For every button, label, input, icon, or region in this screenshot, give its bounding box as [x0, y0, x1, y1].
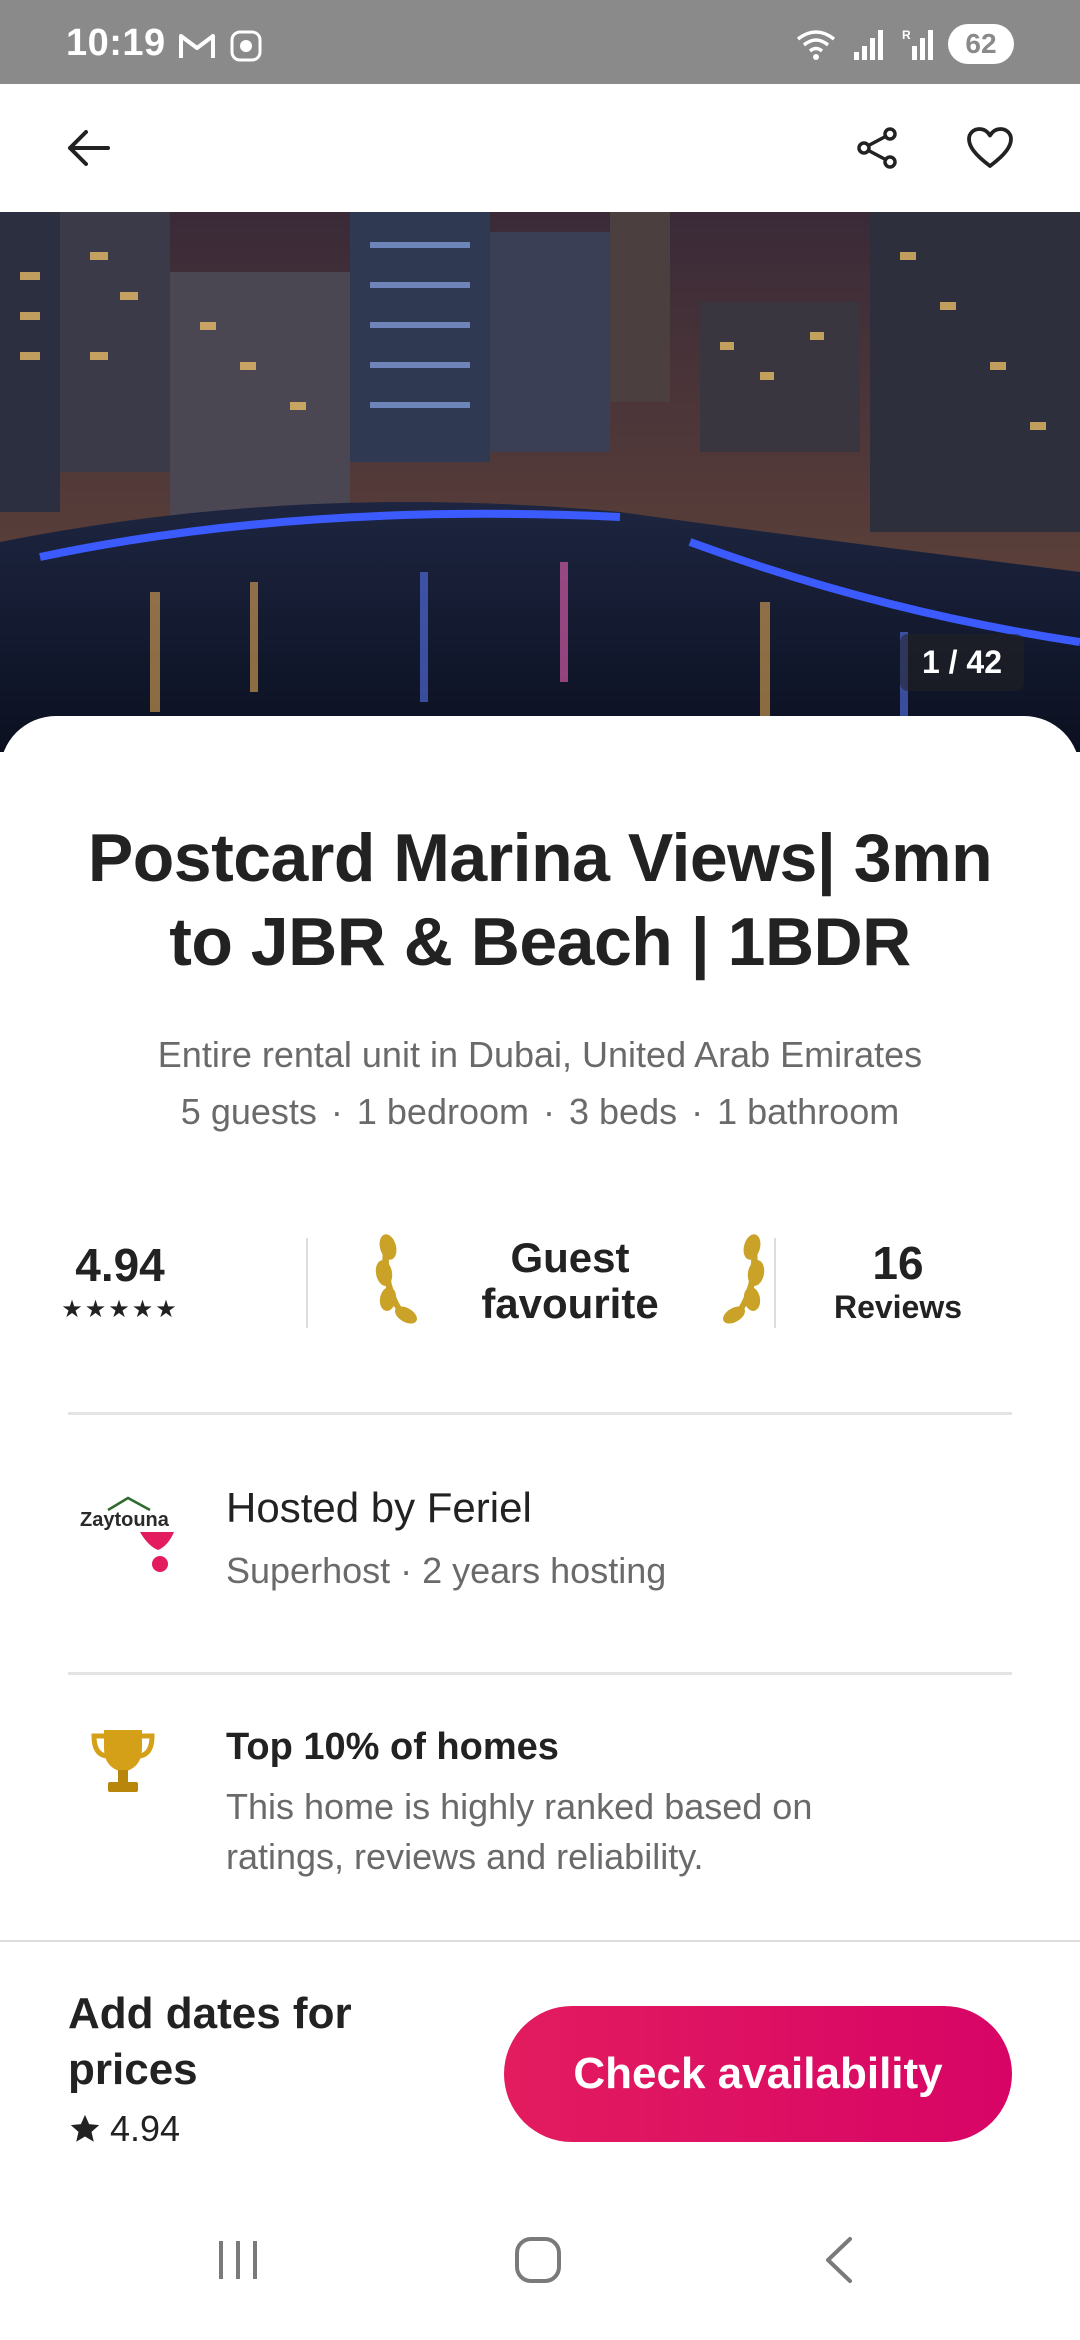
- booking-bar-rating-value: 4.94: [110, 2108, 181, 2149]
- home-button[interactable]: [498, 2220, 578, 2300]
- detail-separator: ·: [691, 1091, 704, 1132]
- highlight-top-homes: Top 10% of homes This home is highly ran…: [68, 1726, 1012, 1896]
- reviews-count: 16: [872, 1236, 924, 1289]
- back-button[interactable]: [48, 108, 128, 188]
- section-divider: [68, 1672, 1012, 1675]
- status-right-icons: R 62: [794, 24, 1014, 64]
- detail-separator: ·: [330, 1091, 343, 1132]
- divider: [306, 1238, 308, 1328]
- app-header: [0, 84, 1080, 212]
- detail-beds: 3 beds: [569, 1091, 678, 1132]
- share-button[interactable]: [838, 108, 918, 188]
- zaytouna-logo: Zaytouna: [80, 1496, 174, 1572]
- listing-hero-photo[interactable]: 1 / 42: [0, 212, 1080, 752]
- wifi-icon: [796, 30, 836, 60]
- gmail-icon: [179, 34, 215, 58]
- signal-icon: [854, 30, 883, 60]
- detail-bathrooms: 1 bathroom: [717, 1091, 900, 1132]
- guest-favourite-badge: Guest favourite: [370, 1216, 770, 1346]
- home-icon: [515, 2237, 561, 2283]
- rating-value: 4.94: [75, 1238, 165, 1291]
- svg-text:R: R: [902, 28, 911, 42]
- highlight-title: Top 10% of homes: [226, 1726, 559, 1768]
- booking-bar: Add dates for prices 4.94 Check availabi…: [0, 1940, 1080, 2180]
- host-avatar: Zaytouna: [78, 1488, 188, 1588]
- check-availability-button[interactable]: Check availability: [504, 2006, 1012, 2142]
- listing-capacity-details: 5 guests · 1 bedroom · 3 beds · 1 bathroom: [40, 1091, 1040, 1133]
- laurel-right-icon: [723, 1234, 765, 1324]
- rating-summary[interactable]: 4.94 ★★★★★ Guest favourite 16 Reviews: [61, 1216, 1012, 1346]
- favorite-button[interactable]: [950, 108, 1030, 188]
- detail-separator: ·: [543, 1091, 555, 1132]
- signal-roaming-icon: R: [902, 28, 933, 60]
- heart-icon: [967, 127, 1013, 168]
- rating-stars: ★★★★★: [61, 1295, 179, 1323]
- booking-bar-rating: 4.94: [68, 2108, 180, 2150]
- host-meta: Superhost · 2 years hosting: [226, 1550, 667, 1591]
- laurel-left-icon: [375, 1234, 417, 1324]
- divider: [774, 1238, 776, 1328]
- listing-details-card: Postcard Marina Views| 3mn to JBR & Beac…: [0, 716, 1080, 1940]
- system-navigation-bar: [0, 2180, 1080, 2340]
- guest-favourite-label: Guest favourite: [481, 1235, 658, 1327]
- host-info[interactable]: Zaytouna Hosted by Feriel Superhost · 2 …: [68, 1474, 1012, 1624]
- host-avatar-text: Zaytouna: [80, 1509, 170, 1531]
- guest-favourite-line2: favourite: [481, 1280, 659, 1327]
- star-icon: [70, 2114, 100, 2142]
- photo-counter: 1 / 42: [899, 634, 1024, 691]
- trophy-icon: [91, 1730, 155, 1792]
- recents-button[interactable]: [198, 2220, 278, 2300]
- app-notification-icon: [230, 30, 262, 62]
- price-prompt: Add dates for prices: [68, 1989, 352, 2094]
- highlight-description: This home is highly ranked based on rati…: [226, 1786, 813, 1877]
- back-chevron-icon: [826, 2237, 852, 2283]
- recents-icon: [219, 2241, 257, 2279]
- guest-favourite-line1: Guest: [510, 1234, 630, 1281]
- listing-title: Postcard Marina Views| 3mn to JBR & Beac…: [87, 820, 993, 980]
- battery-indicator: 62: [948, 24, 1014, 64]
- detail-bedrooms: 1 bedroom: [356, 1091, 529, 1132]
- status-left-icons: [178, 30, 262, 62]
- listing-subtitle: Entire rental unit in Dubai, United Arab…: [157, 1034, 923, 1075]
- status-time: 10:19: [66, 22, 166, 64]
- share-icon: [857, 127, 897, 169]
- detail-guests: 5 guests: [180, 1091, 317, 1132]
- status-bar: 10:19 R 62: [0, 0, 1080, 84]
- system-back-button[interactable]: [800, 2220, 880, 2300]
- reviews-col: 16 Reviews: [828, 1216, 968, 1346]
- arrow-left-icon: [68, 130, 110, 166]
- reviews-label: Reviews: [833, 1288, 963, 1325]
- section-divider: [68, 1412, 1012, 1415]
- host-name: Hosted by Feriel: [226, 1484, 532, 1531]
- rating-score-col: 4.94 ★★★★★: [61, 1216, 177, 1346]
